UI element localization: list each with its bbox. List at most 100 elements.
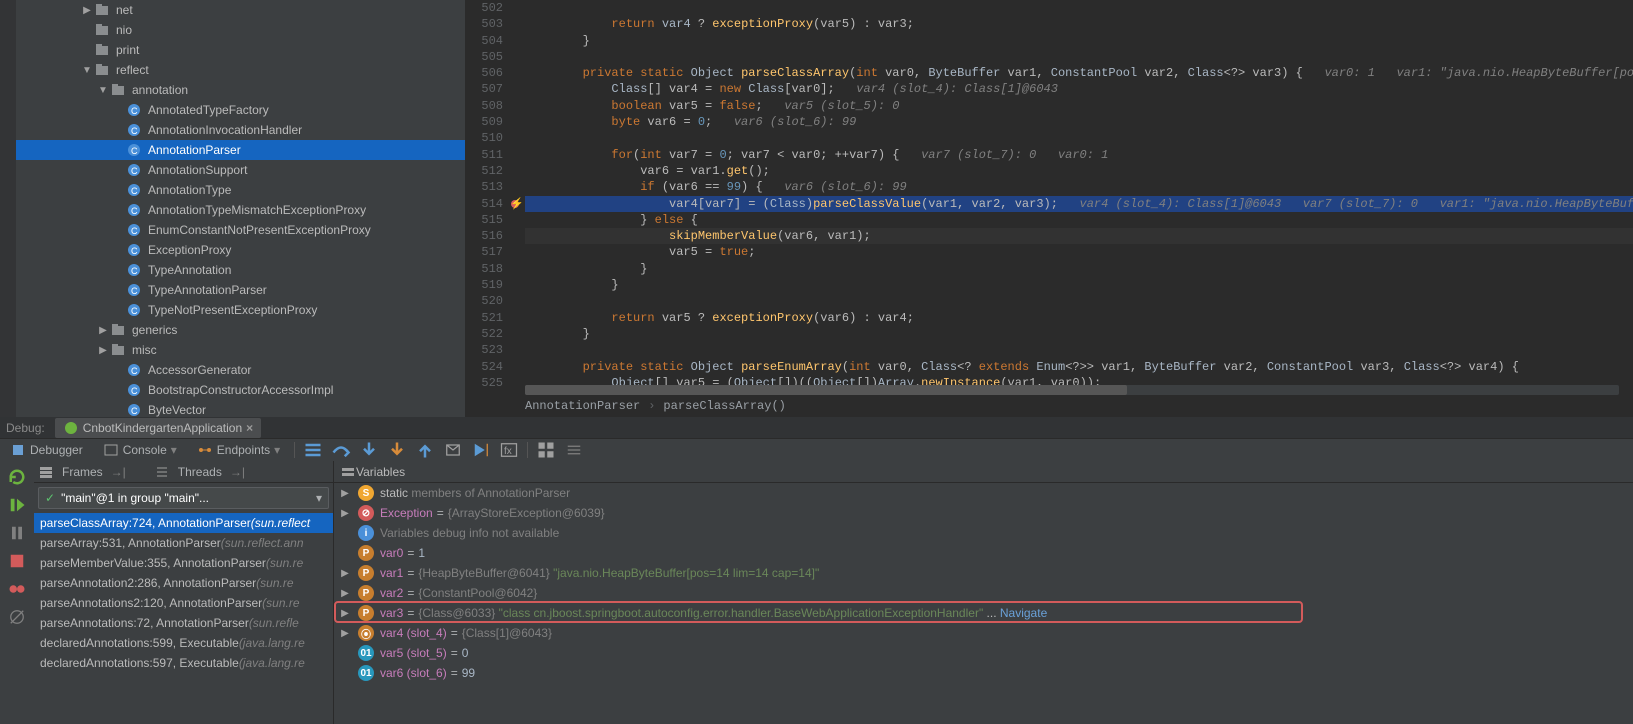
twisty-icon[interactable]: ▶ <box>338 508 352 519</box>
code-line[interactable]: for(int var7 = 0; var7 < var0; ++var7) {… <box>525 147 1633 163</box>
force-step-into-button[interactable] <box>387 440 407 460</box>
tree-item[interactable]: CBootstrapConstructorAccessorImpl <box>16 380 465 400</box>
pause-button[interactable] <box>7 523 27 543</box>
tree-item[interactable]: CTypeAnnotation <box>16 260 465 280</box>
close-icon[interactable]: × <box>246 421 253 435</box>
tree-item[interactable]: CTypeNotPresentExceptionProxy <box>16 300 465 320</box>
tree-item[interactable]: CAnnotatedTypeFactory <box>16 100 465 120</box>
settings-button[interactable] <box>564 440 584 460</box>
stop-button[interactable] <box>7 551 27 571</box>
step-over-button[interactable] <box>331 440 351 460</box>
drop-frame-button[interactable] <box>443 440 463 460</box>
code-line[interactable]: return var5 ? exceptionProxy(var6) : var… <box>525 310 1633 326</box>
tree-item[interactable]: ▶net <box>16 0 465 20</box>
code-line[interactable]: private static Object parseEnumArray(int… <box>525 359 1633 375</box>
tree-item[interactable]: ▼annotation <box>16 80 465 100</box>
code-line[interactable]: if (var6 == 99) { var6 (slot_6): 99 <box>525 179 1633 195</box>
twisty-icon[interactable]: ▶ <box>80 5 94 16</box>
variable-row[interactable]: iVariables debug info not available <box>334 523 1633 543</box>
tree-item[interactable]: CByteVector <box>16 400 465 417</box>
run-config-tab[interactable]: CnbotKindergartenApplication × <box>55 418 261 438</box>
tree-item[interactable]: print <box>16 40 465 60</box>
tree-item[interactable]: ▼reflect <box>16 60 465 80</box>
twisty-icon[interactable]: ▶ <box>338 488 352 499</box>
frame-row[interactable]: declaredAnnotations:599, Executable (jav… <box>34 633 333 653</box>
twisty-icon[interactable]: ▶ <box>96 345 110 356</box>
thread-selector[interactable]: ✓ "main"@1 in group "main"... ▾ <box>38 487 329 509</box>
code-line[interactable]: Class[] var4 = new Class[var0]; var4 (sl… <box>525 81 1633 97</box>
code-line[interactable]: private static Object parseClassArray(in… <box>525 65 1633 81</box>
variable-row[interactable]: ▶Pvar2={ConstantPool@6042} <box>334 583 1633 603</box>
step-out-button[interactable] <box>415 440 435 460</box>
tree-item[interactable]: CAnnotationSupport <box>16 160 465 180</box>
variable-row[interactable]: Pvar0=1 <box>334 543 1633 563</box>
tree-item[interactable]: ▶generics <box>16 320 465 340</box>
twisty-icon[interactable]: ▼ <box>96 85 110 96</box>
code-line[interactable]: } <box>525 33 1633 49</box>
run-to-cursor-button[interactable] <box>471 440 491 460</box>
twisty-icon[interactable]: ▼ <box>80 65 94 76</box>
breadcrumb-class[interactable]: AnnotationParser <box>525 399 640 413</box>
variable-row[interactable]: ▶Pvar1={HeapByteBuffer@6041} "java.nio.H… <box>334 563 1633 583</box>
tree-item[interactable]: CAnnotationType <box>16 180 465 200</box>
twisty-icon[interactable]: ▶ <box>338 588 352 599</box>
code-line[interactable]: var4[var7] = (Class)parseClassValue(var1… <box>525 196 1633 212</box>
code-line[interactable]: } <box>525 326 1633 342</box>
view-breakpoints-button[interactable] <box>7 579 27 599</box>
show-execution-point-button[interactable] <box>303 440 323 460</box>
code-line[interactable]: return var4 ? exceptionProxy(var5) : var… <box>525 16 1633 32</box>
variable-row[interactable]: ▶⊘Exception={ArrayStoreException@6039} <box>334 503 1633 523</box>
breadcrumb-method[interactable]: parseClassArray() <box>663 399 785 413</box>
twisty-icon[interactable]: ▶ <box>338 608 352 619</box>
tree-item[interactable]: CAnnotationParser <box>16 140 465 160</box>
evaluate-expression-button[interactable]: fx <box>499 440 519 460</box>
code-line[interactable]: } <box>525 277 1633 293</box>
variable-row[interactable]: ▶⦿var4 (slot_4)={Class[1]@6043} <box>334 623 1633 643</box>
code-line[interactable] <box>525 49 1633 65</box>
frame-row[interactable]: parseMemberValue:355, AnnotationParser (… <box>34 553 333 573</box>
code-line[interactable]: } else { <box>525 212 1633 228</box>
code-line[interactable]: boolean var5 = false; var5 (slot_5): 0 <box>525 98 1633 114</box>
variable-row[interactable]: 01var5 (slot_5)=0 <box>334 643 1633 663</box>
code-line[interactable]: } <box>525 261 1633 277</box>
tab-console[interactable]: Console ▾ <box>97 440 183 460</box>
breakpoint-gutter[interactable]: ⚡ <box>509 0 525 390</box>
variable-row[interactable]: ▶Sstatic members of AnnotationParser <box>334 483 1633 503</box>
twisty-icon[interactable]: ▶ <box>338 568 352 579</box>
tree-item[interactable]: nio <box>16 20 465 40</box>
variable-row[interactable]: 01var6 (slot_6)=99 <box>334 663 1633 683</box>
tree-item[interactable]: CAccessorGenerator <box>16 360 465 380</box>
code-area[interactable]: return var4 ? exceptionProxy(var5) : var… <box>525 0 1633 390</box>
breadcrumb[interactable]: AnnotationParser › parseClassArray() <box>525 395 786 417</box>
twisty-icon[interactable]: ▶ <box>338 628 352 639</box>
tree-item[interactable]: ▶misc <box>16 340 465 360</box>
code-line[interactable] <box>525 0 1633 16</box>
tab-debugger[interactable]: Debugger <box>4 440 89 460</box>
watches-button[interactable] <box>536 440 556 460</box>
code-line[interactable]: skipMemberValue(var6, var1); <box>525 228 1633 244</box>
horizontal-scrollbar[interactable] <box>525 385 1619 395</box>
code-line[interactable]: var6 = var1.get(); <box>525 163 1633 179</box>
code-line[interactable]: var5 = true; <box>525 244 1633 260</box>
frame-row[interactable]: declaredAnnotations:597, Executable (jav… <box>34 653 333 673</box>
variable-row[interactable]: ▶Pvar3={Class@6033} "class cn.jboost.spr… <box>334 603 1633 623</box>
scrollbar-thumb[interactable] <box>525 385 1127 395</box>
twisty-icon[interactable]: ▶ <box>96 325 110 336</box>
tab-endpoints[interactable]: Endpoints ▾ <box>191 440 286 460</box>
tree-item[interactable]: CExceptionProxy <box>16 240 465 260</box>
code-line[interactable] <box>525 293 1633 309</box>
frame-row[interactable]: parseAnnotation2:286, AnnotationParser (… <box>34 573 333 593</box>
project-tree[interactable]: ▶netnioprint▼reflect▼annotationCAnnotate… <box>16 0 465 417</box>
frame-row[interactable]: parseArray:531, AnnotationParser (sun.re… <box>34 533 333 553</box>
rerun-button[interactable] <box>7 467 27 487</box>
step-into-button[interactable] <box>359 440 379 460</box>
frame-row[interactable]: parseAnnotations2:120, AnnotationParser … <box>34 593 333 613</box>
resume-button[interactable] <box>7 495 27 515</box>
code-line[interactable] <box>525 342 1633 358</box>
frame-row[interactable]: parseClassArray:724, AnnotationParser (s… <box>34 513 333 533</box>
frame-row[interactable]: parseAnnotations:72, AnnotationParser (s… <box>34 613 333 633</box>
mute-breakpoints-button[interactable] <box>7 607 27 627</box>
tree-item[interactable]: CAnnotationInvocationHandler <box>16 120 465 140</box>
tree-item[interactable]: CAnnotationTypeMismatchExceptionProxy <box>16 200 465 220</box>
code-line[interactable]: byte var6 = 0; var6 (slot_6): 99 <box>525 114 1633 130</box>
